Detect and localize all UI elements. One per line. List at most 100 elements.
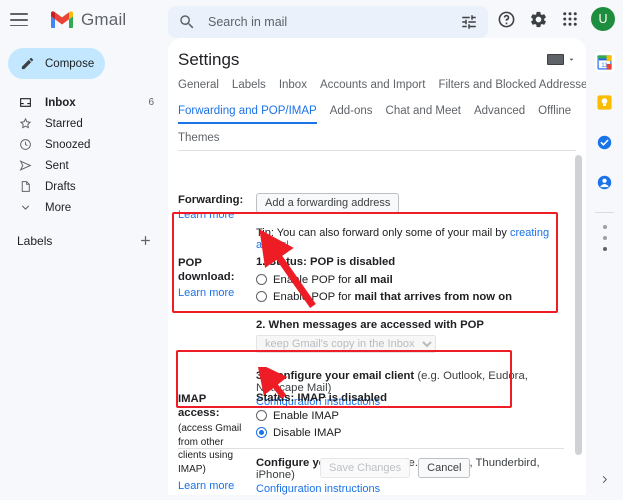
sidebar-item-label: Inbox bbox=[45, 97, 148, 109]
pop-enable-all-mail-radio[interactable] bbox=[256, 274, 267, 285]
pop-status-text: 1. Status: POP is disabled bbox=[256, 256, 568, 268]
chevron-down-icon bbox=[17, 201, 34, 214]
pop-enable-from-now-label: Enable POP for mail that arrives from no… bbox=[273, 291, 512, 303]
more-dots-icon[interactable] bbox=[595, 225, 615, 251]
pop-option-all-mail-row[interactable]: Enable POP for all mail bbox=[256, 271, 568, 288]
sidebar-item-inbox[interactable]: Inbox 6 bbox=[0, 92, 168, 113]
search-bar[interactable] bbox=[168, 6, 488, 38]
add-label-button[interactable] bbox=[138, 233, 154, 249]
cancel-button[interactable]: Cancel bbox=[418, 458, 470, 478]
pop-access-select[interactable]: keep Gmail's copy in the Inbox bbox=[256, 335, 436, 353]
pop-label-col: POP download: Learn more bbox=[178, 256, 256, 408]
forwarding-section: Forwarding: Learn more Add a forwarding … bbox=[178, 193, 558, 251]
imap-learn-more-link[interactable]: Learn more bbox=[178, 480, 250, 492]
pop-download-label: POP download: bbox=[178, 256, 250, 284]
settings-content: Forwarding: Learn more Add a forwarding … bbox=[168, 151, 586, 495]
sidebar-item-more[interactable]: More bbox=[0, 197, 168, 218]
gear-icon[interactable] bbox=[527, 8, 549, 30]
google-keep-icon[interactable] bbox=[595, 92, 615, 112]
pop-learn-more-link[interactable]: Learn more bbox=[178, 287, 250, 299]
search-icon bbox=[178, 13, 196, 31]
draft-icon bbox=[17, 180, 34, 193]
tab-chat-and-meet[interactable]: Chat and Meet bbox=[386, 105, 461, 124]
add-forwarding-address-button[interactable]: Add a forwarding address bbox=[256, 193, 399, 213]
sidebar-item-label: More bbox=[45, 202, 168, 214]
sidebar-item-label: Sent bbox=[45, 160, 168, 172]
pop-download-section: POP download: Learn more 1. Status: POP … bbox=[178, 256, 568, 408]
pop-enable-from-now-radio[interactable] bbox=[256, 291, 267, 302]
tab-advanced[interactable]: Advanced bbox=[474, 105, 525, 124]
forwarding-learn-more-link[interactable]: Learn more bbox=[178, 209, 250, 221]
imap-access-section: IMAP access: (access Gmail from other cl… bbox=[178, 392, 568, 495]
apps-grid-icon[interactable] bbox=[559, 8, 581, 30]
forwarding-label: Forwarding: bbox=[178, 193, 250, 207]
tab-accounts-and-import[interactable]: Accounts and Import bbox=[320, 79, 425, 96]
tab-filters-and-blocked-addresses[interactable]: Filters and Blocked Addresses bbox=[438, 79, 586, 96]
imap-disable-row[interactable]: Disable IMAP bbox=[256, 424, 568, 441]
sidebar: Compose Inbox 6 Starred bbox=[0, 44, 168, 500]
settings-tabs-row2: Forwarding and POP/IMAP Add-ons Chat and… bbox=[178, 105, 571, 124]
gmail-settings-window: Gmail bbox=[0, 0, 623, 500]
imap-enable-label: Enable IMAP bbox=[273, 410, 339, 422]
pop-step3-title: 3. Configure your email client (e.g. Out… bbox=[256, 370, 568, 394]
sidebar-item-sent[interactable]: Sent bbox=[0, 155, 168, 176]
google-tasks-icon[interactable] bbox=[595, 132, 615, 152]
search-options-icon[interactable] bbox=[460, 13, 478, 31]
tab-add-ons[interactable]: Add-ons bbox=[330, 105, 373, 124]
google-calendar-icon[interactable]: 11 bbox=[595, 52, 615, 72]
sidebar-item-label: Starred bbox=[45, 118, 168, 130]
tab-offline[interactable]: Offline bbox=[538, 105, 571, 124]
top-bar-icons: U bbox=[495, 7, 615, 31]
forwarding-tip-text: Tip: You can also forward only some of y… bbox=[256, 227, 510, 239]
send-icon bbox=[17, 159, 34, 172]
pop-controls: 1. Status: POP is disabled Enable POP fo… bbox=[256, 256, 568, 408]
chevron-right-icon[interactable] bbox=[599, 472, 610, 490]
star-icon bbox=[17, 117, 34, 130]
avatar[interactable]: U bbox=[591, 7, 615, 31]
settings-panel: Settings General Labels Inbox Accounts a… bbox=[168, 38, 586, 495]
inbox-icon bbox=[17, 96, 34, 109]
compose-label: Compose bbox=[45, 58, 94, 70]
footer-divider bbox=[178, 448, 564, 449]
content-scrollbar[interactable] bbox=[575, 155, 582, 455]
gmail-brand-text: Gmail bbox=[81, 10, 126, 30]
svg-text:11: 11 bbox=[601, 61, 608, 68]
sidebar-nav: Inbox 6 Starred Snoozed bbox=[0, 92, 168, 218]
page-title: Settings bbox=[178, 50, 239, 70]
pop-option-from-now-row[interactable]: Enable POP for mail that arrives from no… bbox=[256, 288, 568, 305]
tab-labels[interactable]: Labels bbox=[232, 79, 266, 96]
sidebar-item-starred[interactable]: Starred bbox=[0, 113, 168, 134]
chevron-down-icon bbox=[567, 55, 576, 64]
gmail-logo[interactable]: Gmail bbox=[50, 10, 126, 30]
sidebar-item-snoozed[interactable]: Snoozed bbox=[0, 134, 168, 155]
save-changes-button[interactable]: Save Changes bbox=[320, 458, 410, 478]
tab-inbox[interactable]: Inbox bbox=[279, 79, 307, 96]
display-density-icon[interactable] bbox=[547, 54, 576, 65]
forwarding-controls: Add a forwarding address Tip: You can al… bbox=[256, 193, 558, 251]
imap-enable-radio[interactable] bbox=[256, 410, 267, 421]
forwarding-tip: Tip: You can also forward only some of y… bbox=[256, 227, 558, 251]
google-contacts-icon[interactable] bbox=[595, 172, 615, 192]
tab-general[interactable]: General bbox=[178, 79, 219, 96]
tab-forwarding-and-pop-imap[interactable]: Forwarding and POP/IMAP bbox=[178, 105, 317, 124]
gmail-m-icon bbox=[50, 11, 74, 29]
labels-section-header: Labels bbox=[0, 230, 168, 252]
pencil-icon bbox=[20, 56, 35, 71]
imap-disable-radio[interactable] bbox=[256, 427, 267, 438]
imap-disable-label: Disable IMAP bbox=[273, 427, 341, 439]
compose-button[interactable]: Compose bbox=[8, 48, 105, 79]
density-glyph bbox=[547, 54, 564, 65]
search-input[interactable] bbox=[208, 15, 460, 29]
imap-access-note: (access Gmail from other clients using I… bbox=[178, 422, 250, 476]
tab-themes[interactable]: Themes bbox=[178, 132, 220, 149]
clock-icon bbox=[17, 138, 34, 151]
footer-buttons: Save Changes Cancel bbox=[320, 458, 470, 478]
imap-enable-row[interactable]: Enable IMAP bbox=[256, 407, 568, 424]
sidebar-item-label: Drafts bbox=[45, 181, 168, 193]
sidebar-item-drafts[interactable]: Drafts bbox=[0, 176, 168, 197]
imap-configuration-instructions-link[interactable]: Configuration instructions bbox=[256, 483, 568, 495]
settings-tabs-row1: General Labels Inbox Accounts and Import… bbox=[178, 79, 586, 96]
hamburger-menu-icon[interactable] bbox=[10, 13, 30, 31]
help-icon[interactable] bbox=[495, 8, 517, 30]
pop-enable-all-mail-label: Enable POP for all mail bbox=[273, 274, 393, 286]
